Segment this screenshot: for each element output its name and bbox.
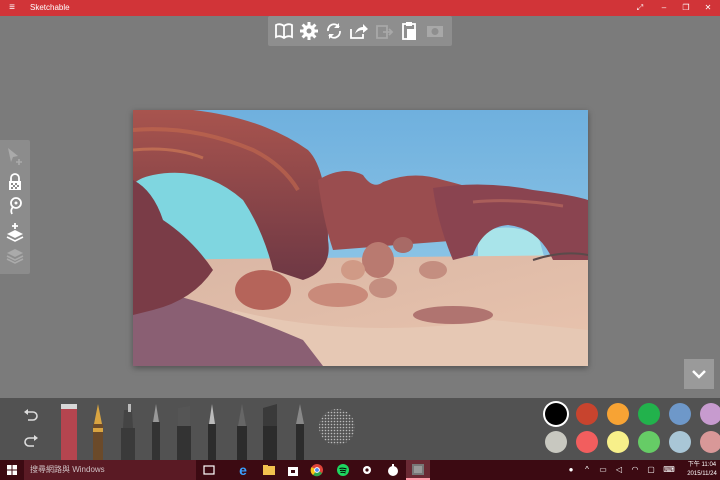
sketchable-taskbar-icon[interactable]	[406, 460, 430, 480]
hamburger-icon[interactable]: ≡	[6, 2, 18, 14]
notifications-icon[interactable]: ▢	[646, 464, 656, 476]
clipboard-icon[interactable]	[398, 20, 420, 42]
bottom-toolbar	[0, 398, 720, 460]
people-icon[interactable]: ●	[566, 464, 576, 476]
undo-icon[interactable]	[22, 406, 40, 424]
brush-tool[interactable]	[144, 402, 168, 460]
maximize-icon[interactable]: ❐	[674, 0, 698, 16]
color-swatch[interactable]	[576, 431, 598, 453]
lock-icon[interactable]	[5, 172, 25, 192]
calligraphy-pen-tool[interactable]	[230, 402, 254, 460]
layers-icon[interactable]	[5, 246, 25, 266]
lasso-icon[interactable]	[5, 196, 25, 216]
fine-pen-tool[interactable]	[200, 402, 224, 460]
canvas-area[interactable]	[0, 16, 720, 398]
network-icon[interactable]: ◠	[630, 464, 640, 476]
color-swatch[interactable]	[545, 403, 567, 425]
settings-icon[interactable]	[358, 462, 376, 478]
battery-icon[interactable]: ▭	[598, 464, 608, 476]
chevron-down-icon	[692, 370, 706, 379]
eraser-tool[interactable]	[58, 402, 82, 460]
fountain-pen-tool[interactable]	[86, 402, 110, 460]
color-swatch[interactable]	[576, 403, 598, 425]
taskbar-clock[interactable]: 下午 11:04 2015/11/24	[684, 461, 720, 479]
fullscreen-icon[interactable]: ⤢	[628, 0, 652, 16]
camera-icon[interactable]	[424, 20, 446, 42]
minimize-icon[interactable]: –	[652, 0, 676, 16]
redo-icon[interactable]	[22, 432, 40, 450]
export-icon[interactable]	[373, 20, 395, 42]
color-swatch[interactable]	[638, 403, 660, 425]
top-toolbar	[268, 16, 452, 46]
landscape-painting	[132, 110, 589, 366]
windows-taskbar: 搜尋網路與 Windows e ● ^ ▭ ◁ ◠ ▢ ⌨ 下午 11:04 2…	[0, 460, 720, 480]
color-swatch[interactable]	[545, 431, 567, 453]
edge-icon[interactable]: e	[234, 462, 252, 478]
task-view-icon[interactable]	[200, 462, 218, 478]
gear-icon[interactable]	[298, 20, 320, 42]
title-bar: ≡ Sketchable ⤢ – ❐ ✕	[0, 0, 720, 16]
book-icon[interactable]	[273, 20, 295, 42]
select-add-icon[interactable]	[5, 146, 25, 166]
color-swatch[interactable]	[607, 431, 629, 453]
windows-start-icon[interactable]	[0, 460, 24, 480]
wide-pen-tool[interactable]	[172, 402, 196, 460]
keyboard-icon[interactable]: ⌨	[662, 464, 676, 476]
taskbar-search-box[interactable]: 搜尋網路與 Windows	[24, 460, 196, 480]
chevron-up-icon[interactable]: ^	[582, 464, 592, 476]
left-toolbar	[0, 140, 30, 274]
app-title: Sketchable	[30, 3, 70, 12]
color-swatch[interactable]	[638, 431, 660, 453]
volume-icon[interactable]: ◁	[614, 464, 624, 476]
app-icon[interactable]	[384, 462, 402, 478]
close-icon[interactable]: ✕	[696, 0, 720, 16]
store-icon[interactable]	[284, 462, 302, 478]
share-icon[interactable]	[348, 20, 370, 42]
chrome-icon[interactable]	[308, 462, 326, 478]
spotify-icon[interactable]	[334, 462, 352, 478]
collapse-toolbar-button[interactable]	[684, 359, 714, 389]
color-swatch[interactable]	[607, 403, 629, 425]
layer-add-icon[interactable]	[5, 222, 25, 242]
texture-brush-tool[interactable]	[318, 408, 356, 466]
clock-date: 2015/11/24	[687, 471, 717, 477]
color-swatch[interactable]	[669, 403, 691, 425]
color-swatch[interactable]	[700, 403, 720, 425]
file-explorer-icon[interactable]	[260, 462, 278, 478]
painting-canvas[interactable]	[132, 110, 589, 366]
chisel-marker-tool[interactable]	[258, 402, 282, 460]
svg-text:e: e	[239, 462, 247, 478]
pencil-tool[interactable]	[288, 402, 312, 460]
clock-time: 下午 11:04	[687, 462, 717, 468]
color-swatch[interactable]	[700, 431, 720, 453]
sync-icon[interactable]	[323, 20, 345, 42]
color-swatch[interactable]	[669, 431, 691, 453]
marker-tool[interactable]	[116, 402, 140, 460]
